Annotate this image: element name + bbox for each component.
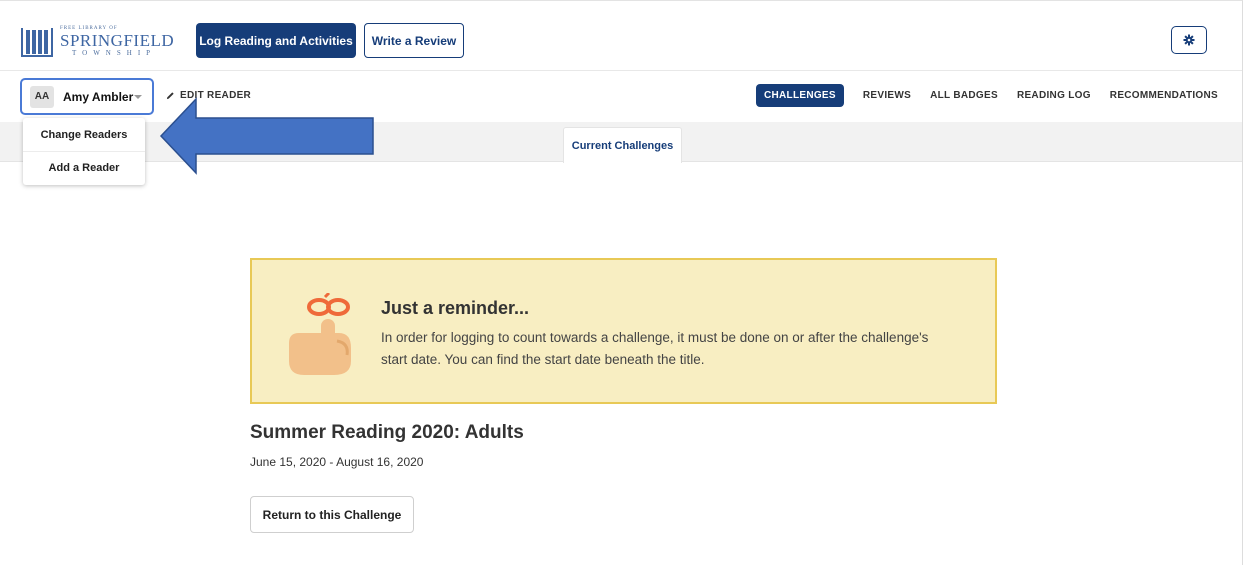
tab-reviews[interactable]: REVIEWS bbox=[863, 90, 911, 101]
main-tabs: CHALLENGES REVIEWS ALL BADGES READING LO… bbox=[755, 84, 1218, 107]
reader-dropdown-menu: Change Readers Add a Reader bbox=[23, 118, 145, 185]
logo-main-text: SPRINGFIELD bbox=[60, 30, 175, 50]
log-reading-button[interactable]: Log Reading and Activities bbox=[196, 23, 356, 58]
tab-challenges[interactable]: CHALLENGES bbox=[755, 84, 844, 107]
tab-all-badges[interactable]: ALL BADGES bbox=[930, 90, 998, 101]
header: FREE LIBRARY OF SPRINGFIELD TOWNSHIP Log… bbox=[0, 1, 1242, 71]
add-reader-item[interactable]: Add a Reader bbox=[23, 151, 145, 184]
tab-reading-log[interactable]: READING LOG bbox=[1017, 90, 1091, 101]
logo-small-text: FREE LIBRARY OF bbox=[60, 25, 118, 31]
reader-name: Amy Ambler bbox=[63, 89, 134, 104]
reminder-box: Just a reminder... In order for logging … bbox=[250, 258, 997, 404]
reader-avatar: AA bbox=[30, 85, 54, 108]
reminder-text: In order for logging to count towards a … bbox=[381, 330, 929, 367]
return-to-challenge-button[interactable]: Return to this Challenge bbox=[250, 496, 414, 533]
challenge-dates: June 15, 2020 - August 16, 2020 bbox=[250, 455, 424, 469]
reader-select[interactable]: AA Amy Ambler bbox=[20, 78, 154, 115]
change-readers-item[interactable]: Change Readers bbox=[23, 118, 145, 151]
settings-button[interactable] bbox=[1171, 26, 1207, 54]
write-review-button[interactable]: Write a Review bbox=[364, 23, 464, 58]
tab-current-challenges[interactable]: Current Challenges bbox=[563, 127, 682, 163]
logo-text: FREE LIBRARY OF SPRINGFIELD TOWNSHIP bbox=[60, 26, 174, 57]
tab-recommendations[interactable]: RECOMMENDATIONS bbox=[1110, 90, 1218, 101]
page: FREE LIBRARY OF SPRINGFIELD TOWNSHIP Log… bbox=[0, 0, 1243, 565]
gear-icon bbox=[1183, 34, 1195, 46]
chevron-down-icon bbox=[134, 95, 142, 99]
logo-sub-text: TOWNSHIP bbox=[72, 48, 157, 57]
library-logo[interactable]: FREE LIBRARY OF SPRINGFIELD TOWNSHIP bbox=[20, 21, 174, 61]
finger-string-reminder-icon bbox=[289, 293, 351, 375]
reminder-title: Just a reminder... bbox=[381, 298, 530, 318]
library-logo-icon bbox=[21, 28, 53, 57]
challenge-title: Summer Reading 2020: Adults bbox=[250, 422, 524, 443]
annotation-arrow-icon bbox=[159, 97, 374, 175]
